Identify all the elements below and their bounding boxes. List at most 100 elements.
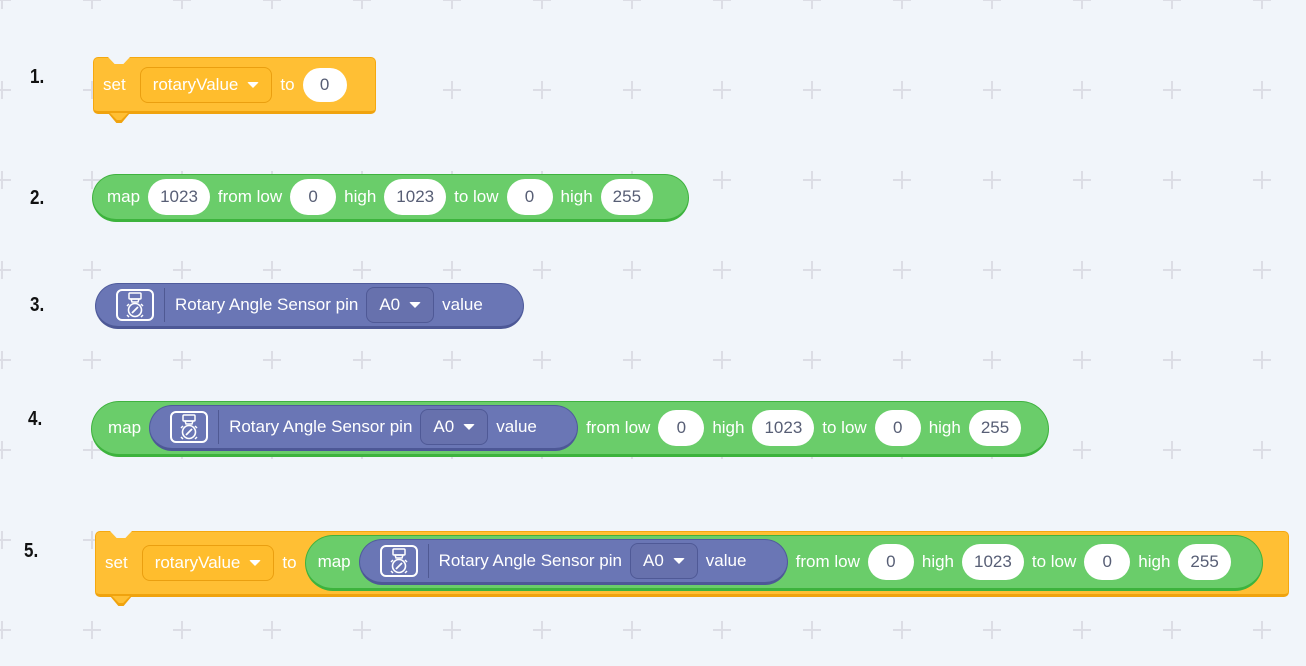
divider <box>164 288 165 322</box>
grid-plus-marker <box>353 621 371 639</box>
grid-plus-marker <box>173 351 191 369</box>
grid-plus-marker <box>893 0 911 9</box>
caret-down-icon <box>247 81 260 88</box>
grid-plus-marker <box>173 261 191 279</box>
grid-plus-marker <box>1163 171 1181 189</box>
value-input[interactable]: 0 <box>302 67 347 102</box>
caret-down-icon <box>463 424 476 430</box>
grid-plus-marker <box>443 261 461 279</box>
to-high-input[interactable]: 255 <box>600 179 654 215</box>
set-variable-block[interactable]: set rotaryValue to map Rotary Angle Sens… <box>95 531 1289 606</box>
divider <box>218 410 220 444</box>
pin-dropdown[interactable]: A0 <box>366 287 435 323</box>
to-high-input[interactable]: 255 <box>968 410 1022 446</box>
map-value-input[interactable]: 1023 <box>148 179 210 215</box>
grid-plus-marker <box>443 351 461 369</box>
grid-plus-marker <box>1073 0 1091 9</box>
grid-plus-marker <box>443 621 461 639</box>
grid-plus-marker <box>0 81 11 99</box>
grid-plus-marker <box>443 81 461 99</box>
grid-plus-marker <box>83 0 101 9</box>
grid-plus-marker <box>263 351 281 369</box>
grid-plus-marker <box>533 621 551 639</box>
rotary-sensor-block[interactable]: Rotary Angle Sensor pin A0 value <box>358 539 788 585</box>
map-block[interactable]: map Rotary Angle Sensor pin A0 value fro… <box>304 535 1263 591</box>
variable-name: rotaryValue <box>154 553 241 572</box>
from-high-input[interactable]: 1023 <box>962 544 1024 580</box>
grid-plus-marker <box>1073 621 1091 639</box>
grid-plus-marker <box>1253 621 1271 639</box>
grid-plus-marker <box>1253 81 1271 99</box>
example-number: 2. <box>30 187 45 209</box>
grid-plus-marker <box>803 0 821 9</box>
from-low-input[interactable]: 0 <box>867 544 914 580</box>
from-low-label: from low <box>586 418 651 437</box>
variable-dropdown[interactable]: rotaryValue <box>139 66 273 103</box>
grid-plus-marker <box>0 261 11 279</box>
set-variable-block[interactable]: set rotaryValue to 0 <box>93 57 376 123</box>
grid-plus-marker <box>803 351 821 369</box>
from-low-input[interactable]: 0 <box>290 179 337 215</box>
grid-plus-marker <box>713 171 731 189</box>
sensor-label: Rotary Angle Sensor pin <box>175 295 359 314</box>
from-high-input[interactable]: 1023 <box>384 179 447 215</box>
grid-plus-marker <box>0 441 11 459</box>
rotary-sensor-block[interactable]: Rotary Angle Sensor pin A0 value <box>149 405 579 451</box>
grid-plus-marker <box>1253 441 1271 459</box>
grid-plus-marker <box>0 171 11 189</box>
grid-plus-marker <box>1253 351 1271 369</box>
to-low-input[interactable]: 0 <box>506 179 553 215</box>
grid-plus-marker <box>983 171 1001 189</box>
grid-plus-marker <box>623 351 641 369</box>
map-label: map <box>108 418 142 437</box>
to-label: to <box>282 553 297 572</box>
grid-plus-marker <box>533 261 551 279</box>
caret-down-icon <box>249 560 262 566</box>
grid-plus-marker <box>893 261 911 279</box>
grid-plus-marker <box>1073 81 1091 99</box>
pin-dropdown[interactable]: A0 <box>420 409 489 445</box>
grid-plus-marker <box>533 351 551 369</box>
example-number: 5. <box>24 540 39 562</box>
grid-plus-marker <box>893 351 911 369</box>
sensor-label: Rotary Angle Sensor pin <box>229 417 413 436</box>
grid-plus-marker <box>0 531 11 549</box>
to-high-label: high <box>1138 552 1171 571</box>
grid-plus-marker <box>533 0 551 9</box>
from-low-label: from low <box>795 552 860 571</box>
example-number: 4. <box>28 408 43 430</box>
from-high-input[interactable]: 1023 <box>752 410 815 446</box>
pin-dropdown[interactable]: A0 <box>629 543 698 579</box>
pin-value: A0 <box>642 551 664 570</box>
from-high-label: high <box>344 187 377 206</box>
grid-plus-marker <box>713 81 731 99</box>
map-block[interactable]: map Rotary Angle Sensor pin A0 value fro… <box>91 401 1049 457</box>
grid-plus-marker <box>713 351 731 369</box>
grid-plus-marker <box>1253 261 1271 279</box>
to-low-input[interactable]: 0 <box>1084 544 1131 580</box>
rotary-angle-sensor-icon <box>379 545 418 577</box>
grid-plus-marker <box>0 0 11 9</box>
grid-plus-marker <box>983 351 1001 369</box>
caret-down-icon <box>409 302 422 308</box>
map-block[interactable]: map 1023 from low 0 high 1023 to low 0 h… <box>92 174 689 222</box>
grid-plus-marker <box>713 261 731 279</box>
grid-plus-marker <box>173 621 191 639</box>
grid-plus-marker <box>263 621 281 639</box>
grid-plus-marker <box>623 621 641 639</box>
grid-plus-marker <box>1073 261 1091 279</box>
grid-plus-marker <box>1163 261 1181 279</box>
to-low-input[interactable]: 0 <box>874 410 921 446</box>
block-notch <box>108 57 130 64</box>
from-low-input[interactable]: 0 <box>658 410 705 446</box>
grid-plus-marker <box>623 81 641 99</box>
grid-plus-marker <box>1163 0 1181 9</box>
grid-plus-marker <box>0 351 11 369</box>
grid-plus-marker <box>353 351 371 369</box>
grid-plus-marker <box>0 621 11 639</box>
grid-plus-marker <box>533 81 551 99</box>
grid-plus-marker <box>1253 171 1271 189</box>
rotary-sensor-block[interactable]: Rotary Angle Sensor pin A0 value <box>95 283 524 329</box>
variable-dropdown[interactable]: rotaryValue <box>141 545 275 581</box>
to-high-input[interactable]: 255 <box>1178 544 1231 580</box>
